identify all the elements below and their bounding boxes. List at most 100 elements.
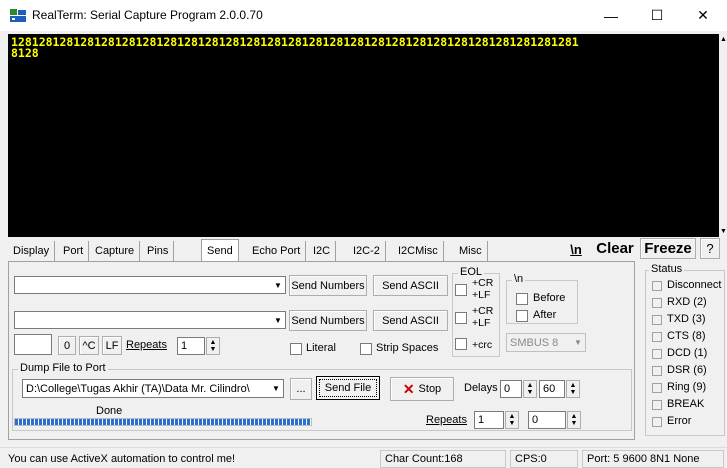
spin-down-icon: ▼ bbox=[209, 346, 217, 353]
dropdown-arrow-icon[interactable]: ▼ bbox=[269, 380, 283, 397]
send-ctrl-c-button[interactable]: ^C bbox=[79, 336, 99, 355]
stop-button[interactable]: ✕ Stop bbox=[390, 377, 454, 401]
send-file-button[interactable]: Send File bbox=[316, 376, 380, 400]
terminal-scrollbar[interactable]: ▲ ▼ bbox=[719, 34, 727, 237]
delay-input-2[interactable]: 60 bbox=[539, 380, 565, 398]
status-label: Error bbox=[667, 415, 692, 427]
title-bar: RealTerm: Serial Capture Program 2.0.0.7… bbox=[0, 0, 727, 31]
status-label: RXD (2) bbox=[667, 296, 707, 308]
repeats-spinner[interactable]: ▲ ▼ bbox=[206, 337, 220, 355]
spin-up-icon: ▲ bbox=[508, 413, 516, 420]
before-label: Before bbox=[533, 292, 566, 304]
send-ascii-button-2[interactable]: Send ASCII bbox=[373, 310, 448, 331]
help-button[interactable]: ? bbox=[700, 238, 720, 259]
smbus-select[interactable]: SMBUS 8 ▼ bbox=[506, 333, 586, 352]
before-checkbox[interactable] bbox=[516, 293, 528, 305]
tab-misc[interactable]: Misc bbox=[454, 241, 488, 261]
realterm-app-icon bbox=[10, 9, 26, 22]
tab-i2cmisc[interactable]: I2CMisc bbox=[393, 241, 444, 261]
dump-group-title: Dump File to Port bbox=[18, 362, 108, 374]
spin-up-icon: ▲ bbox=[570, 413, 578, 420]
status-led bbox=[652, 349, 662, 359]
repeats-label: Repeats bbox=[126, 339, 167, 351]
tab-port[interactable]: Port bbox=[58, 241, 90, 261]
dropdown-arrow-icon[interactable]: ▼ bbox=[271, 312, 285, 328]
delay-input-1[interactable]: 0 bbox=[500, 380, 522, 398]
dropdown-arrow-icon[interactable]: ▼ bbox=[571, 334, 585, 351]
dump-file-path[interactable]: D:\College\Tugas Akhir (TA)\Data Mr. Cil… bbox=[22, 379, 284, 398]
status-message: You can use ActiveX automation to contro… bbox=[8, 453, 236, 465]
cps-indicator: CPS:0 bbox=[510, 450, 578, 468]
stop-label: Stop bbox=[418, 383, 442, 395]
delay-spinner-1[interactable]: ▲ ▼ bbox=[523, 380, 537, 398]
status-led bbox=[652, 281, 662, 291]
dump-repeats-input-2[interactable]: 0 bbox=[528, 411, 566, 429]
clear-button[interactable]: Clear bbox=[590, 238, 640, 259]
send-ascii-button-1[interactable]: Send ASCII bbox=[373, 275, 448, 296]
after-label: After bbox=[533, 309, 557, 321]
status-led bbox=[652, 332, 662, 342]
eol-crc-label: +crc bbox=[472, 339, 493, 351]
tab-echo-port[interactable]: Echo Port bbox=[247, 241, 307, 261]
send-lf-button[interactable]: LF bbox=[102, 336, 122, 355]
scroll-down-icon[interactable]: ▼ bbox=[720, 228, 727, 235]
eol-cr-checkbox-1[interactable] bbox=[455, 284, 467, 296]
char-input[interactable] bbox=[14, 334, 52, 355]
status-bar: You can use ActiveX automation to contro… bbox=[0, 447, 727, 468]
dropdown-arrow-icon[interactable]: ▼ bbox=[271, 277, 285, 293]
dump-progress-bar bbox=[14, 418, 312, 426]
strip-spaces-checkbox[interactable] bbox=[360, 343, 372, 355]
delay-spinner-2[interactable]: ▲ ▼ bbox=[566, 380, 580, 398]
status-label: BREAK bbox=[667, 398, 705, 410]
status-led bbox=[652, 315, 662, 325]
after-checkbox[interactable] bbox=[516, 310, 528, 322]
terminal-output[interactable]: 1281281281281281281281281281281281281281… bbox=[8, 34, 719, 237]
stop-x-icon: ✕ bbox=[402, 380, 415, 397]
minimize-button[interactable]: — bbox=[588, 0, 634, 31]
tab-i2c-2[interactable]: I2C-2 bbox=[348, 241, 386, 261]
spin-up-icon: ▲ bbox=[526, 382, 534, 389]
send-input-2[interactable]: ▼ bbox=[14, 311, 286, 329]
terminal-line: 8128 bbox=[11, 46, 39, 60]
spin-down-icon: ▼ bbox=[508, 420, 516, 427]
freeze-button[interactable]: Freeze bbox=[640, 238, 696, 259]
spin-up-icon: ▲ bbox=[569, 382, 577, 389]
dump-repeats-spinner-2[interactable]: ▲ ▼ bbox=[567, 411, 581, 429]
eol-crc-checkbox[interactable] bbox=[455, 338, 467, 350]
tab-send[interactable]: Send bbox=[201, 239, 239, 261]
tab-pins[interactable]: Pins bbox=[142, 241, 175, 261]
repeats-input[interactable]: 1 bbox=[177, 337, 205, 355]
dump-repeats-spinner-1[interactable]: ▲ ▼ bbox=[505, 411, 519, 429]
tab-i2c[interactable]: I2C bbox=[308, 241, 337, 261]
dump-repeats-label: Repeats bbox=[426, 414, 467, 426]
browse-button[interactable]: ... bbox=[290, 378, 312, 400]
minimize-icon: — bbox=[604, 7, 618, 24]
tab-strip: Display Port Capture Pins Send Echo Port… bbox=[8, 239, 498, 261]
terminal-line: 1281281281281281281281281281281281281281… bbox=[11, 35, 579, 49]
literal-checkbox[interactable] bbox=[290, 343, 302, 355]
tab-capture[interactable]: Capture bbox=[90, 241, 141, 261]
status-label: DSR (6) bbox=[667, 364, 707, 376]
eol-lf-label-2: +LF bbox=[472, 317, 491, 329]
status-label: Ring (9) bbox=[667, 381, 707, 393]
send-input-1[interactable]: ▼ bbox=[14, 276, 286, 294]
send-numbers-button-2[interactable]: Send Numbers bbox=[289, 310, 367, 331]
maximize-icon: ☐ bbox=[650, 7, 664, 23]
close-icon: ✕ bbox=[697, 7, 709, 23]
newline-group-title: \n bbox=[512, 273, 526, 285]
close-button[interactable]: ✕ bbox=[680, 0, 726, 31]
status-label: DCD (1) bbox=[667, 347, 708, 359]
eol-cr-checkbox-2[interactable] bbox=[455, 312, 467, 324]
maximize-button[interactable]: ☐ bbox=[634, 0, 680, 31]
strip-spaces-label: Strip Spaces bbox=[376, 342, 439, 354]
status-led bbox=[652, 400, 662, 410]
send-numbers-button-1[interactable]: Send Numbers bbox=[289, 275, 367, 296]
eol-cr-label-2: +CR bbox=[472, 305, 494, 317]
tab-display[interactable]: Display bbox=[8, 241, 56, 261]
send-zero-button[interactable]: 0 bbox=[58, 336, 76, 355]
scroll-up-icon[interactable]: ▲ bbox=[720, 36, 727, 43]
newline-toggle-button[interactable]: \n bbox=[565, 240, 587, 259]
status-led bbox=[652, 383, 662, 393]
dump-repeats-input-1[interactable]: 1 bbox=[474, 411, 504, 429]
spin-down-icon: ▼ bbox=[570, 420, 578, 427]
